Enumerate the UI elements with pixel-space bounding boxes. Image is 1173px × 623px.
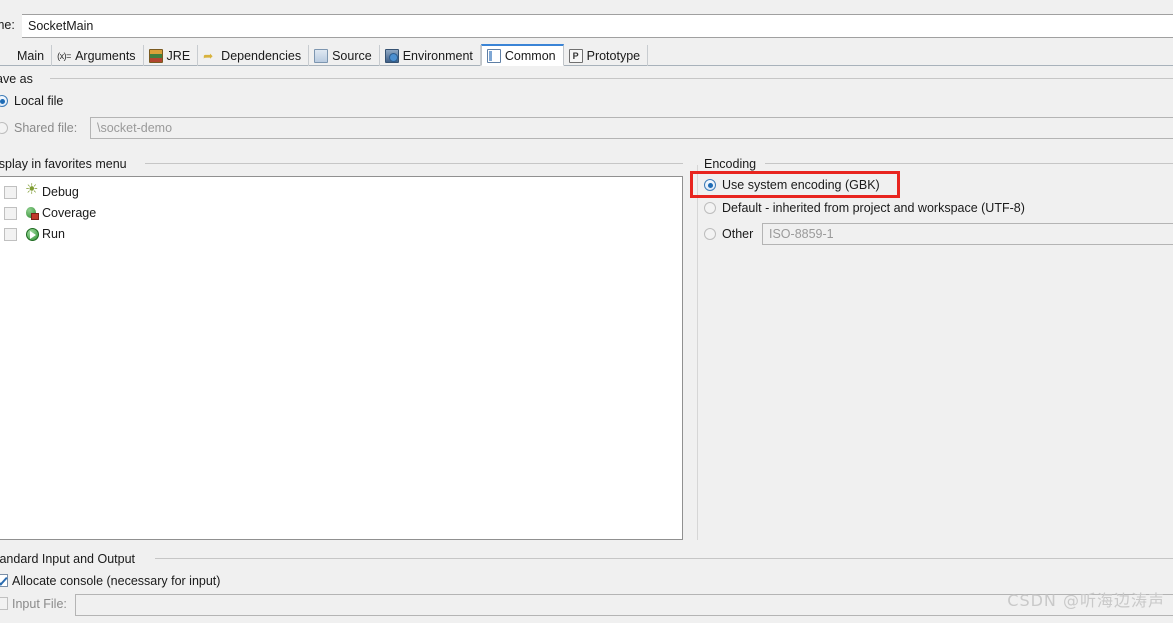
configuration-name-label: me:: [0, 18, 15, 32]
use-system-encoding-radio[interactable]: [704, 179, 716, 191]
tab-label: Main: [17, 48, 45, 63]
favorites-group-label: isplay in favorites menu: [0, 157, 132, 171]
other-encoding-input[interactable]: ISO-8859-1: [762, 223, 1173, 245]
configuration-name-row: me:: [0, 14, 1173, 38]
list-item-label: Debug: [42, 185, 79, 199]
standard-io-group-separator: [155, 558, 1173, 559]
arguments-icon: (x)=: [57, 50, 71, 61]
tab-label: Environment: [402, 48, 473, 63]
run-icon: [25, 227, 39, 241]
encoding-group-label: Encoding: [704, 157, 762, 171]
favorite-coverage-checkbox[interactable]: [4, 206, 17, 220]
tab-label: Dependencies: [221, 48, 302, 63]
list-item[interactable]: Debug: [4, 182, 79, 200]
run-configuration-common-tab: me: Main (x)= Arguments JRE ➦ Dependenci…: [0, 0, 1173, 623]
tab-jre[interactable]: JRE: [144, 45, 199, 66]
tab-prototype[interactable]: P Prototype: [564, 45, 649, 66]
save-as-group-label: ave as: [0, 72, 38, 86]
encoding-group-separator: [765, 163, 1173, 164]
shared-file-input[interactable]: \socket-demo: [90, 117, 1173, 139]
local-file-label: Local file: [14, 94, 64, 108]
tab-label: Arguments: [75, 48, 136, 63]
main-icon: [0, 49, 13, 63]
tab-label: JRE: [166, 48, 191, 63]
prototype-icon: P: [568, 48, 583, 63]
tab-main[interactable]: Main: [0, 45, 53, 66]
list-item-label: Run: [42, 227, 65, 241]
tab-label: Prototype: [586, 48, 641, 63]
tab-bar: Main (x)= Arguments JRE ➦ Dependencies S…: [0, 44, 1173, 66]
standard-io-group-label: tandard Input and Output: [0, 552, 140, 566]
tab-common[interactable]: Common: [480, 44, 564, 66]
use-system-encoding-label: Use system encoding (GBK): [722, 178, 880, 192]
default-encoding-label: Default - inherited from project and wor…: [722, 201, 1025, 215]
tab-environment[interactable]: Environment: [380, 45, 481, 66]
other-encoding-label: Other: [722, 227, 754, 241]
favorites-group-separator: [145, 163, 683, 164]
dependencies-icon: ➦: [203, 48, 214, 63]
tab-source[interactable]: Source: [309, 45, 380, 66]
configuration-name-input[interactable]: [22, 14, 1173, 38]
list-item[interactable]: Coverage: [4, 205, 96, 221]
favorite-debug-checkbox[interactable]: [4, 185, 17, 199]
allocate-console-label: Allocate console (necessary for input): [12, 574, 221, 588]
tab-arguments[interactable]: (x)= Arguments: [52, 45, 144, 66]
local-file-radio[interactable]: [0, 95, 8, 107]
watermark: CSDN @听海边涛声: [1007, 591, 1165, 610]
coverage-icon: [25, 206, 39, 220]
save-as-group-separator: [50, 78, 1173, 79]
jre-icon: [148, 48, 163, 63]
favorite-run-checkbox[interactable]: [4, 227, 17, 241]
source-icon: [314, 48, 329, 63]
default-encoding-radio[interactable]: [704, 202, 716, 214]
list-item[interactable]: Run: [4, 226, 65, 242]
tab-label: Source: [332, 48, 372, 63]
favorites-list[interactable]: Debug Coverage Run: [0, 176, 683, 540]
allocate-console-checkbox[interactable]: [0, 574, 8, 587]
shared-file-radio[interactable]: [0, 122, 8, 134]
environment-icon: [384, 48, 399, 63]
input-file-checkbox[interactable]: [0, 597, 8, 610]
panel-divider: [697, 165, 698, 540]
list-item-label: Coverage: [42, 206, 97, 220]
input-file-label: Input File:: [12, 597, 67, 611]
other-encoding-radio[interactable]: [704, 228, 716, 240]
shared-file-label: Shared file:: [14, 121, 78, 135]
tab-label: Common: [504, 48, 556, 63]
tab-dependencies[interactable]: ➦ Dependencies: [198, 45, 310, 66]
common-icon: [486, 48, 501, 63]
debug-icon: [25, 182, 39, 199]
